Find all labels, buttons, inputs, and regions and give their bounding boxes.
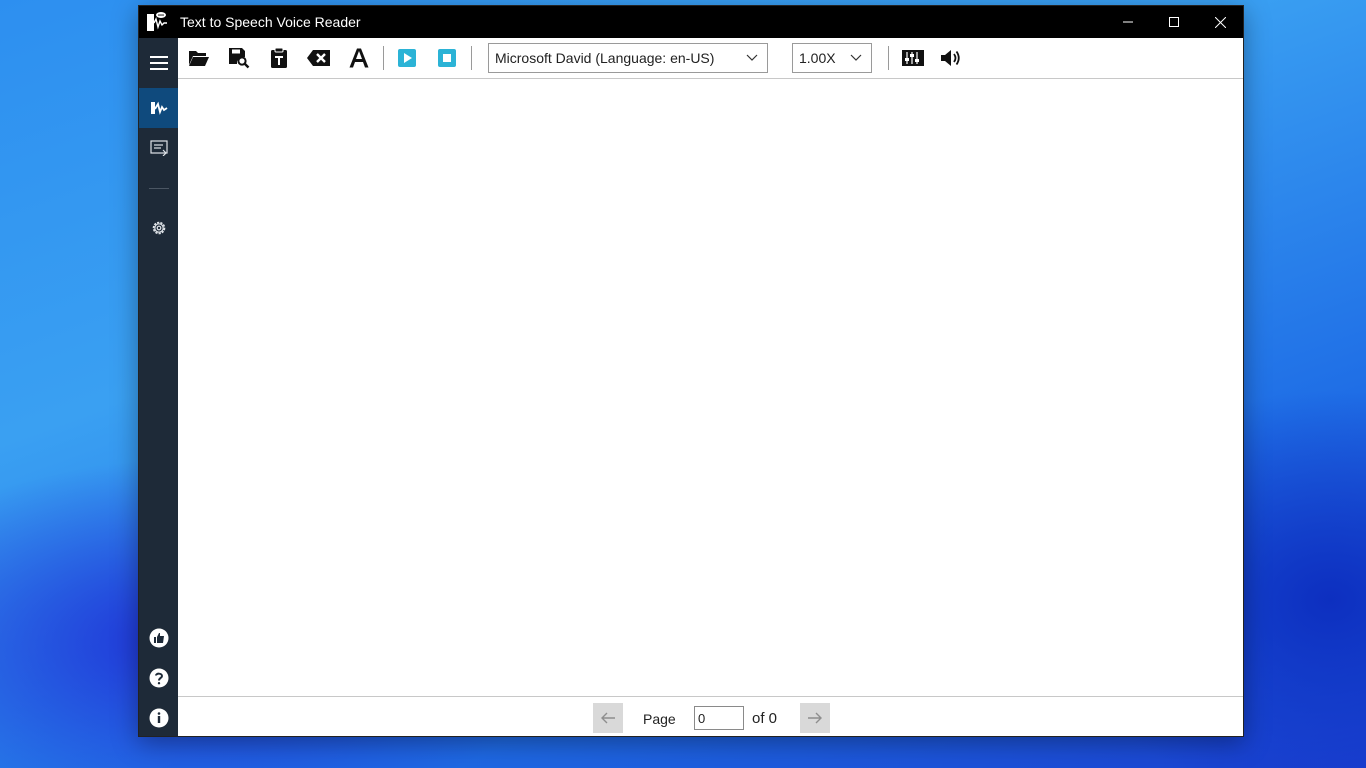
sidebar-item-reader[interactable] — [139, 88, 178, 128]
backspace-icon — [307, 50, 330, 66]
thumbs-up-icon — [149, 628, 168, 648]
text-list-icon — [149, 140, 168, 156]
hamburger-icon — [149, 56, 168, 70]
open-file-button[interactable] — [184, 44, 214, 72]
chevron-down-icon — [737, 54, 767, 62]
page-label: Page — [643, 711, 676, 727]
app-logo-icon — [142, 6, 172, 38]
maximize-icon — [1169, 17, 1179, 27]
window-title: Text to Speech Voice Reader — [180, 14, 361, 30]
voice-settings-button[interactable] — [898, 44, 928, 72]
sidebar-item-settings[interactable] — [139, 208, 178, 248]
speech-waveform-icon — [150, 101, 167, 115]
chevron-down-icon — [841, 54, 871, 62]
voice-select-value: Microsoft David (Language: en-US) — [495, 50, 715, 66]
toolbar-separator — [471, 46, 472, 70]
next-page-button[interactable] — [800, 703, 830, 733]
folder-open-icon — [189, 51, 209, 66]
save-button[interactable] — [224, 44, 254, 72]
arrow-left-icon — [601, 712, 615, 724]
sidebar-item-like[interactable] — [139, 618, 178, 658]
help-circle-icon — [149, 668, 168, 688]
arrow-right-icon — [808, 712, 822, 724]
minimize-button[interactable] — [1105, 6, 1151, 38]
font-icon — [349, 48, 369, 68]
save-search-icon — [229, 48, 250, 69]
play-icon — [398, 49, 416, 67]
gear-icon — [152, 221, 165, 235]
maximize-button[interactable] — [1151, 6, 1197, 38]
page-navigation: Page of 0 — [178, 696, 1243, 736]
font-button[interactable] — [344, 44, 374, 72]
speed-select-value: 1.00X — [799, 50, 836, 66]
play-button[interactable] — [392, 44, 422, 72]
toolbar: Microsoft David (Language: en-US) 1.00X — [178, 38, 1243, 79]
toolbar-separator — [888, 46, 889, 70]
previous-page-button[interactable] — [593, 703, 623, 733]
minimize-icon — [1123, 21, 1133, 23]
page-count-label: of 0 — [752, 710, 778, 727]
page-number-input[interactable] — [694, 706, 744, 730]
title-bar[interactable]: Text to Speech Voice Reader — [139, 6, 1243, 38]
info-icon — [149, 708, 168, 728]
equalizer-icon — [902, 50, 924, 66]
clear-text-button[interactable] — [304, 44, 334, 72]
stop-icon — [438, 49, 456, 67]
stop-button[interactable] — [432, 44, 462, 72]
volume-icon — [941, 50, 960, 66]
app-window: Text to Speech Voice Reader Microsoft Da… — [138, 5, 1244, 737]
sidebar-item-text-list[interactable] — [139, 128, 178, 168]
sidebar-item-about[interactable] — [139, 698, 178, 736]
volume-button[interactable] — [936, 44, 966, 72]
sidebar-divider — [149, 188, 169, 189]
sidebar-item-help[interactable] — [139, 658, 178, 698]
menu-button[interactable] — [139, 43, 178, 83]
text-editor-area[interactable] — [178, 79, 1243, 696]
close-button[interactable] — [1197, 6, 1243, 38]
speed-select[interactable]: 1.00X — [792, 43, 872, 73]
toolbar-separator — [383, 46, 384, 70]
sidebar — [139, 38, 178, 736]
close-icon — [1214, 16, 1226, 28]
clipboard-text-icon — [271, 47, 287, 68]
voice-select[interactable]: Microsoft David (Language: en-US) — [488, 43, 768, 73]
paste-text-button[interactable] — [264, 44, 294, 72]
